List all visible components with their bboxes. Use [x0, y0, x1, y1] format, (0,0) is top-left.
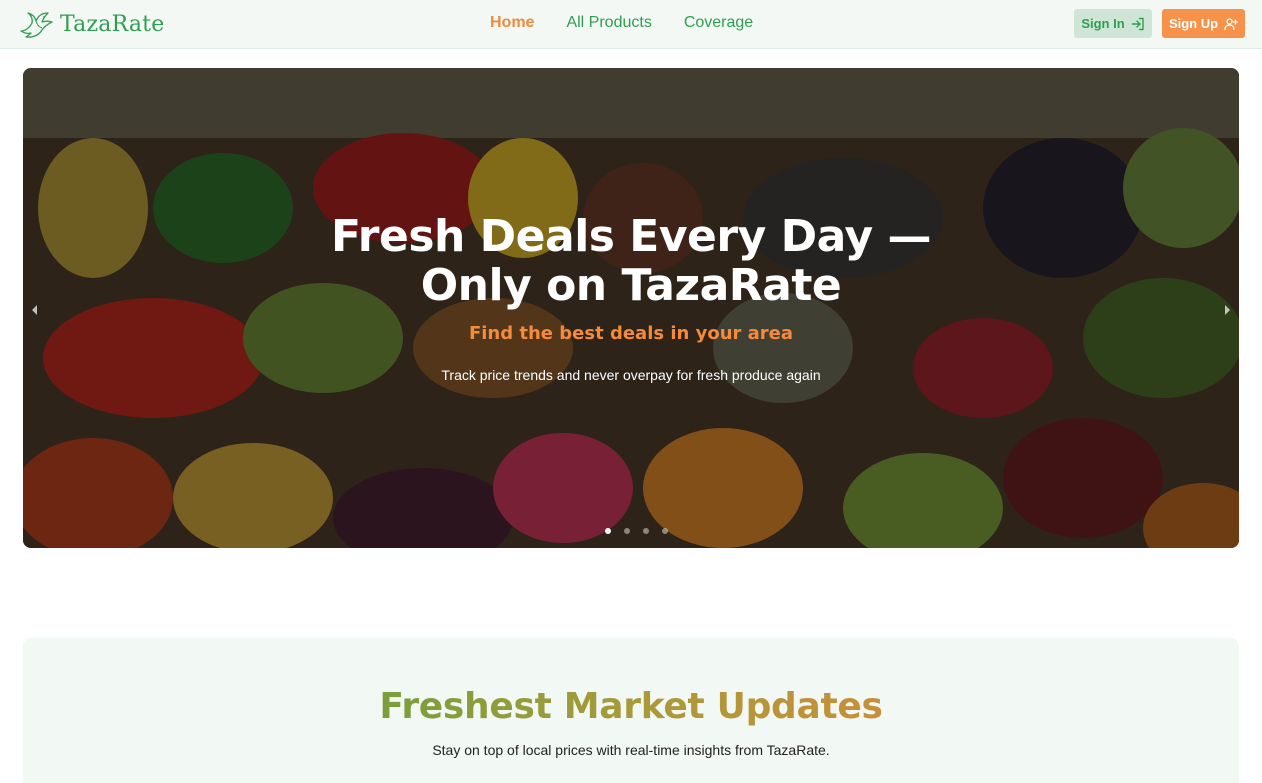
sign-up-button[interactable]: Sign Up [1162, 9, 1245, 38]
carousel-pagination [605, 528, 668, 534]
hero-subtitle: Find the best deals in your area [468, 323, 794, 344]
chevron-right-icon [1225, 305, 1230, 315]
main-nav: Home All Products Coverage [490, 0, 785, 46]
login-arrow-icon [1131, 17, 1144, 30]
top-navbar: TazaRate Home All Products Coverage Sign… [0, 0, 1262, 49]
sign-up-label: Sign Up [1168, 16, 1219, 31]
carousel-dot[interactable] [643, 528, 649, 534]
hero-description: Track price trends and never overpay for… [441, 367, 821, 383]
sign-in-label: Sign In [1081, 16, 1125, 31]
brand-name: TazaRate [60, 11, 165, 37]
section-title-text: Freshest Market Updates [379, 686, 883, 727]
section-title: Freshest Market Updates [23, 686, 1239, 727]
nav-link-coverage[interactable]: Coverage [684, 14, 753, 32]
nav-link-home[interactable]: Home [490, 14, 534, 32]
dove-icon [20, 12, 53, 38]
sign-in-button[interactable]: Sign In [1074, 9, 1152, 38]
carousel-dot[interactable] [662, 528, 668, 534]
section-subtitle: Stay on top of local prices with real-ti… [432, 742, 830, 758]
carousel-dot[interactable] [624, 528, 630, 534]
brand-logo[interactable]: TazaRate [18, 7, 164, 41]
hero-carousel: Fresh Deals Every Day — Only on TazaRate… [23, 68, 1239, 548]
hero-title: Fresh Deals Every Day — Only on TazaRate [331, 211, 931, 311]
carousel-next-button[interactable] [1217, 300, 1237, 320]
nav-link-all-products[interactable]: All Products [566, 14, 651, 32]
chevron-left-icon [32, 305, 37, 315]
market-updates-section: Freshest Market Updates Stay on top of l… [23, 638, 1239, 783]
user-plus-icon [1224, 17, 1239, 30]
carousel-dot[interactable] [605, 528, 611, 534]
carousel-prev-button[interactable] [25, 300, 45, 320]
